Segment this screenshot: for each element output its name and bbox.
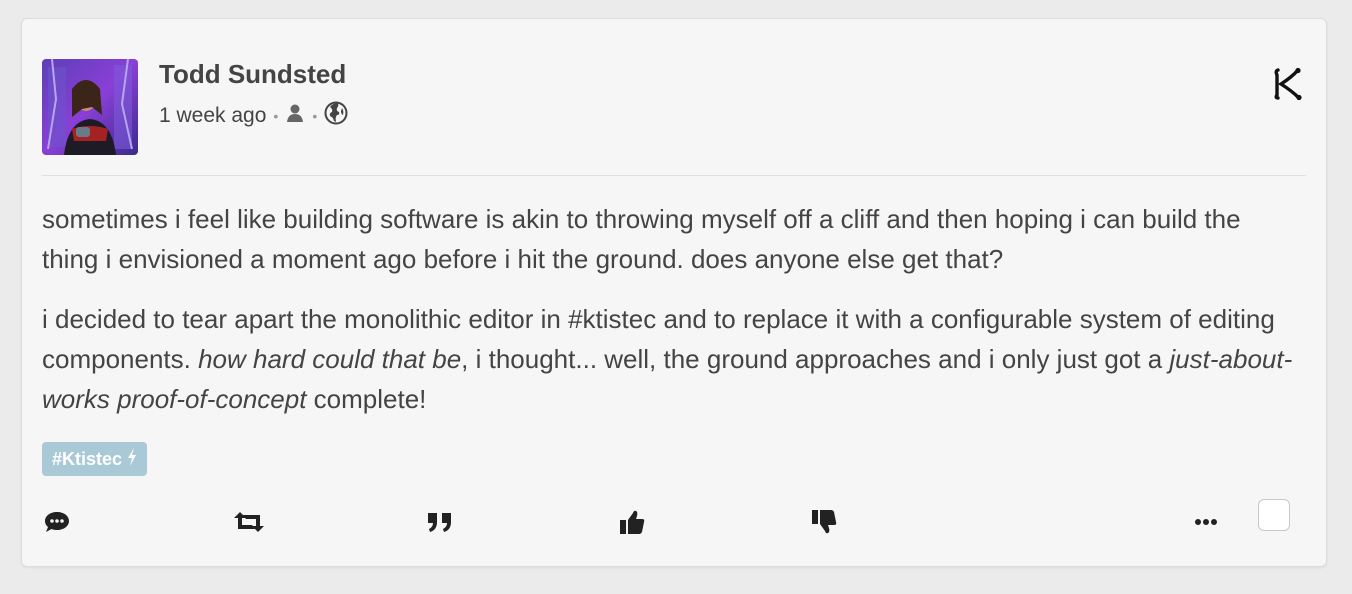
more-icon[interactable]	[1190, 507, 1222, 537]
reply-icon[interactable]	[41, 507, 73, 537]
ktistec-logo-icon	[1272, 67, 1304, 101]
action-bar	[22, 507, 1326, 537]
meta-separator: •	[312, 108, 318, 124]
globe-icon	[324, 101, 348, 131]
post-paragraph-2: i decided to tear apart the monolithic e…	[42, 304, 1293, 414]
quote-icon[interactable]	[424, 507, 456, 537]
like-icon[interactable]	[616, 507, 648, 537]
header-divider	[42, 175, 1306, 176]
dislike-icon[interactable]	[808, 507, 840, 537]
meta-separator: •	[273, 108, 279, 124]
author-avatar[interactable]	[42, 59, 138, 155]
post-timestamp[interactable]: 1 week ago	[159, 104, 266, 128]
user-icon	[285, 103, 305, 129]
hashtag-ktistec[interactable]: #Ktistec	[42, 442, 148, 476]
bolt-icon	[127, 447, 137, 471]
post-paragraph-1: sometimes i feel like building software …	[42, 204, 1241, 274]
tag-label: #Ktistec	[52, 448, 123, 469]
post-meta: 1 week ago • •	[159, 101, 348, 131]
select-checkbox[interactable]	[1258, 499, 1290, 531]
share-icon[interactable]	[233, 507, 265, 537]
post-card: Todd Sundsted 1 week ago • • sometimes i…	[21, 18, 1327, 567]
post-content: sometimes i feel like building software …	[42, 199, 1302, 439]
author-name[interactable]: Todd Sundsted	[159, 59, 346, 90]
